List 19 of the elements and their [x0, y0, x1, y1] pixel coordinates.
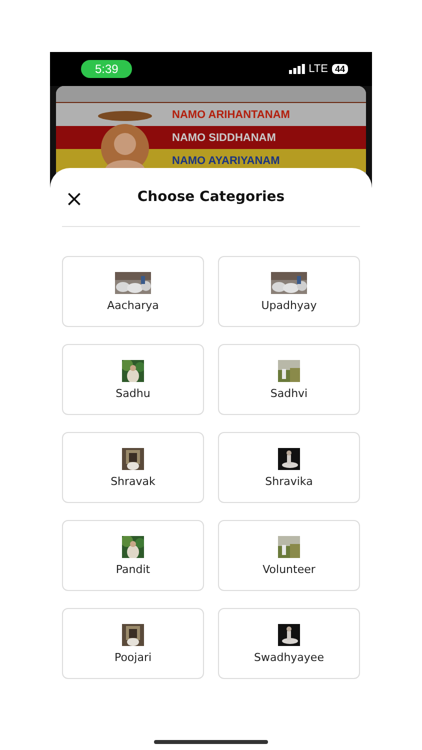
banner-text: NAMO ARIHANTANAM	[172, 108, 290, 120]
category-card[interactable]: Shravak	[62, 432, 204, 503]
category-card[interactable]: Volunteer	[218, 520, 360, 591]
category-card[interactable]: Sadhvi	[218, 344, 360, 415]
category-card[interactable]: Aacharya	[62, 256, 204, 327]
banner-text: NAMO AYARIYANAM	[172, 154, 280, 166]
signal-icon	[288, 64, 305, 74]
category-card[interactable]: Swadhyayee	[218, 608, 360, 679]
banner-text: NAMO SIDDHANAM	[172, 132, 276, 144]
close-button[interactable]: ×	[62, 190, 86, 210]
network-label: LTE	[308, 63, 328, 75]
category-card[interactable]: Poojari	[62, 608, 204, 679]
battery-level: 44	[332, 64, 348, 74]
category-card[interactable]: Upadhyay	[218, 256, 360, 327]
category-card[interactable]: Sadhu	[62, 344, 204, 415]
sheet-title: Choose Categories	[137, 189, 285, 205]
category-card[interactable]: Pandit	[62, 520, 204, 591]
time-pill: 5:39	[81, 60, 132, 78]
category-card[interactable]: Shravika	[218, 432, 360, 503]
